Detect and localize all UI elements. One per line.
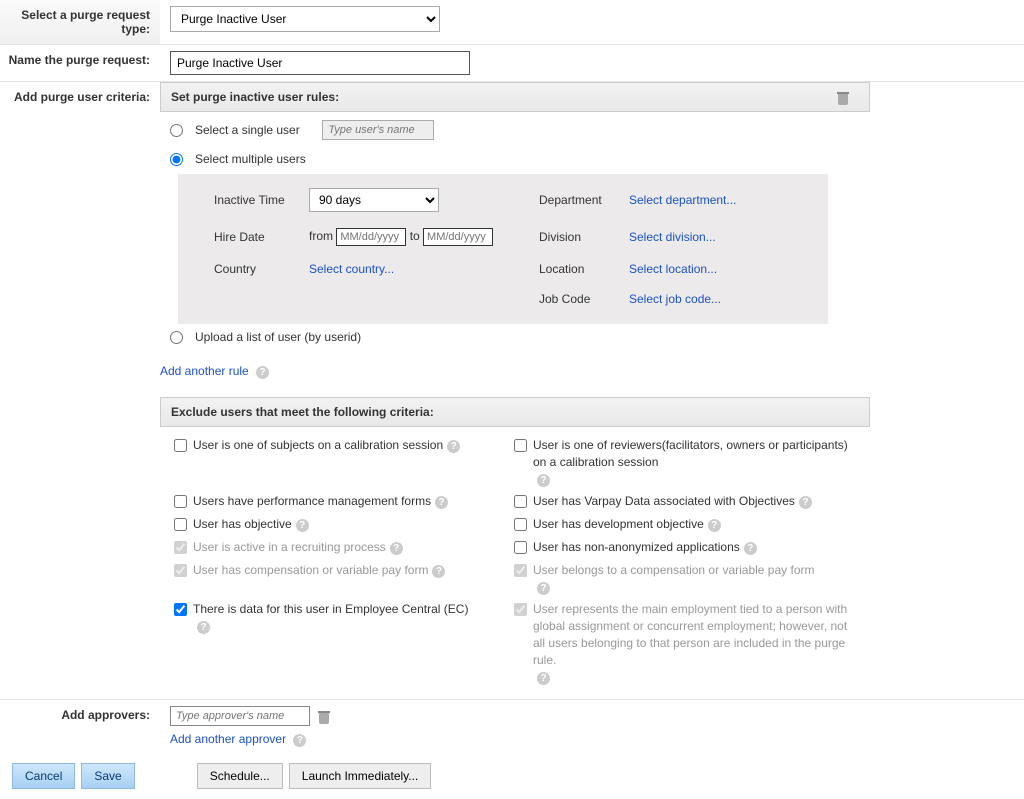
exclude-has-objective-checkbox[interactable] <box>174 518 187 531</box>
hire-date-from-input[interactable] <box>336 228 406 246</box>
help-icon[interactable]: ? <box>744 542 757 555</box>
division-label: Division <box>539 230 629 244</box>
save-button[interactable]: Save <box>81 763 134 789</box>
select-division-link[interactable]: Select division... <box>629 230 716 244</box>
exclude-header: Exclude users that meet the following cr… <box>160 397 870 427</box>
select-country-link[interactable]: Select country... <box>309 262 394 276</box>
add-another-rule-link[interactable]: Add another rule <box>160 364 249 378</box>
exclude-non-anon-label: User has non-anonymized applications <box>533 540 740 554</box>
help-icon[interactable]: ? <box>799 496 812 509</box>
rules-header: Set purge inactive user rules: <box>160 82 870 112</box>
help-icon[interactable]: ? <box>447 440 460 453</box>
request-type-label: Select a purge request type: <box>0 0 160 44</box>
help-icon[interactable]: ? <box>197 621 210 634</box>
multiple-users-criteria-panel: Inactive Time 90 days Department Select … <box>178 174 828 324</box>
select-jobcode-link[interactable]: Select job code... <box>629 292 721 306</box>
exclude-ec-data-label: There is data for this user in Employee … <box>193 602 468 616</box>
help-icon[interactable]: ? <box>293 734 306 747</box>
select-department-link[interactable]: Select department... <box>629 193 736 207</box>
country-label: Country <box>214 262 309 276</box>
exclude-recruiting-label: User is active in a recruiting process <box>193 540 386 554</box>
help-icon[interactable]: ? <box>537 582 550 595</box>
upload-list-label: Upload a list of user (by userid) <box>195 330 361 344</box>
department-label: Department <box>539 193 629 207</box>
exclude-varpay-label: User has Varpay Data associated with Obj… <box>533 494 795 508</box>
exclude-has-objective-label: User has objective <box>193 517 292 531</box>
help-icon[interactable]: ? <box>256 366 269 379</box>
location-label: Location <box>539 262 629 276</box>
jobcode-label: Job Code <box>539 292 629 306</box>
exclude-ec-data-checkbox[interactable] <box>174 603 187 616</box>
cancel-button[interactable]: Cancel <box>12 763 75 789</box>
add-approvers-label: Add approvers: <box>0 700 160 730</box>
from-label: from <box>309 229 333 243</box>
name-request-label: Name the purge request: <box>0 45 160 81</box>
request-name-input[interactable] <box>170 51 470 75</box>
launch-immediately-button[interactable]: Launch Immediately... <box>289 763 432 789</box>
exclude-main-employment-label: User represents the main employment tied… <box>533 602 847 666</box>
help-icon[interactable]: ? <box>435 496 448 509</box>
exclude-non-anon-checkbox[interactable] <box>514 541 527 554</box>
schedule-button[interactable]: Schedule... <box>197 763 283 789</box>
help-icon[interactable]: ? <box>537 672 550 685</box>
exclude-main-employment-checkbox <box>514 603 527 616</box>
request-type-select[interactable]: Purge Inactive User <box>170 6 440 32</box>
upload-list-radio[interactable] <box>170 331 183 344</box>
select-single-user-radio[interactable] <box>170 124 183 137</box>
exclude-comp-form-checkbox <box>174 564 187 577</box>
add-criteria-label: Add purge user criteria: <box>0 82 160 112</box>
help-icon[interactable]: ? <box>296 519 309 532</box>
help-icon[interactable]: ? <box>390 542 403 555</box>
select-location-link[interactable]: Select location... <box>629 262 717 276</box>
exclude-varpay-checkbox[interactable] <box>514 495 527 508</box>
exclude-calibration-subject-label: User is one of subjects on a calibration… <box>193 438 443 452</box>
to-label: to <box>410 229 420 243</box>
single-user-name-input[interactable] <box>322 120 434 140</box>
help-icon[interactable]: ? <box>432 565 445 578</box>
select-multiple-users-radio[interactable] <box>170 153 183 166</box>
exclude-recruiting-checkbox <box>174 541 187 554</box>
exclude-calibration-reviewer-checkbox[interactable] <box>514 439 527 452</box>
help-icon[interactable]: ? <box>708 519 721 532</box>
exclude-dev-objective-checkbox[interactable] <box>514 518 527 531</box>
exclude-comp-form-label: User has compensation or variable pay fo… <box>193 563 428 577</box>
exclude-perf-forms-checkbox[interactable] <box>174 495 187 508</box>
help-icon[interactable]: ? <box>537 474 550 487</box>
exclude-calibration-reviewer-label: User is one of reviewers(facilitators, o… <box>533 438 848 469</box>
exclude-calibration-subject-checkbox[interactable] <box>174 439 187 452</box>
delete-rule-icon[interactable] <box>836 90 850 105</box>
select-multiple-users-label: Select multiple users <box>195 152 306 166</box>
hire-date-label: Hire Date <box>214 230 309 244</box>
approver-name-input[interactable] <box>170 706 310 726</box>
exclude-belongs-comp-label: User belongs to a compensation or variab… <box>533 563 814 577</box>
delete-approver-icon[interactable] <box>317 709 331 724</box>
select-single-user-label: Select a single user <box>195 123 300 137</box>
exclude-belongs-comp-checkbox <box>514 564 527 577</box>
exclude-dev-objective-label: User has development objective <box>533 517 704 531</box>
exclude-perf-forms-label: Users have performance management forms <box>193 494 431 508</box>
add-another-approver-link[interactable]: Add another approver <box>170 732 286 746</box>
inactive-time-select[interactable]: 90 days <box>309 188 439 212</box>
hire-date-to-input[interactable] <box>423 228 493 246</box>
inactive-time-label: Inactive Time <box>214 193 309 207</box>
